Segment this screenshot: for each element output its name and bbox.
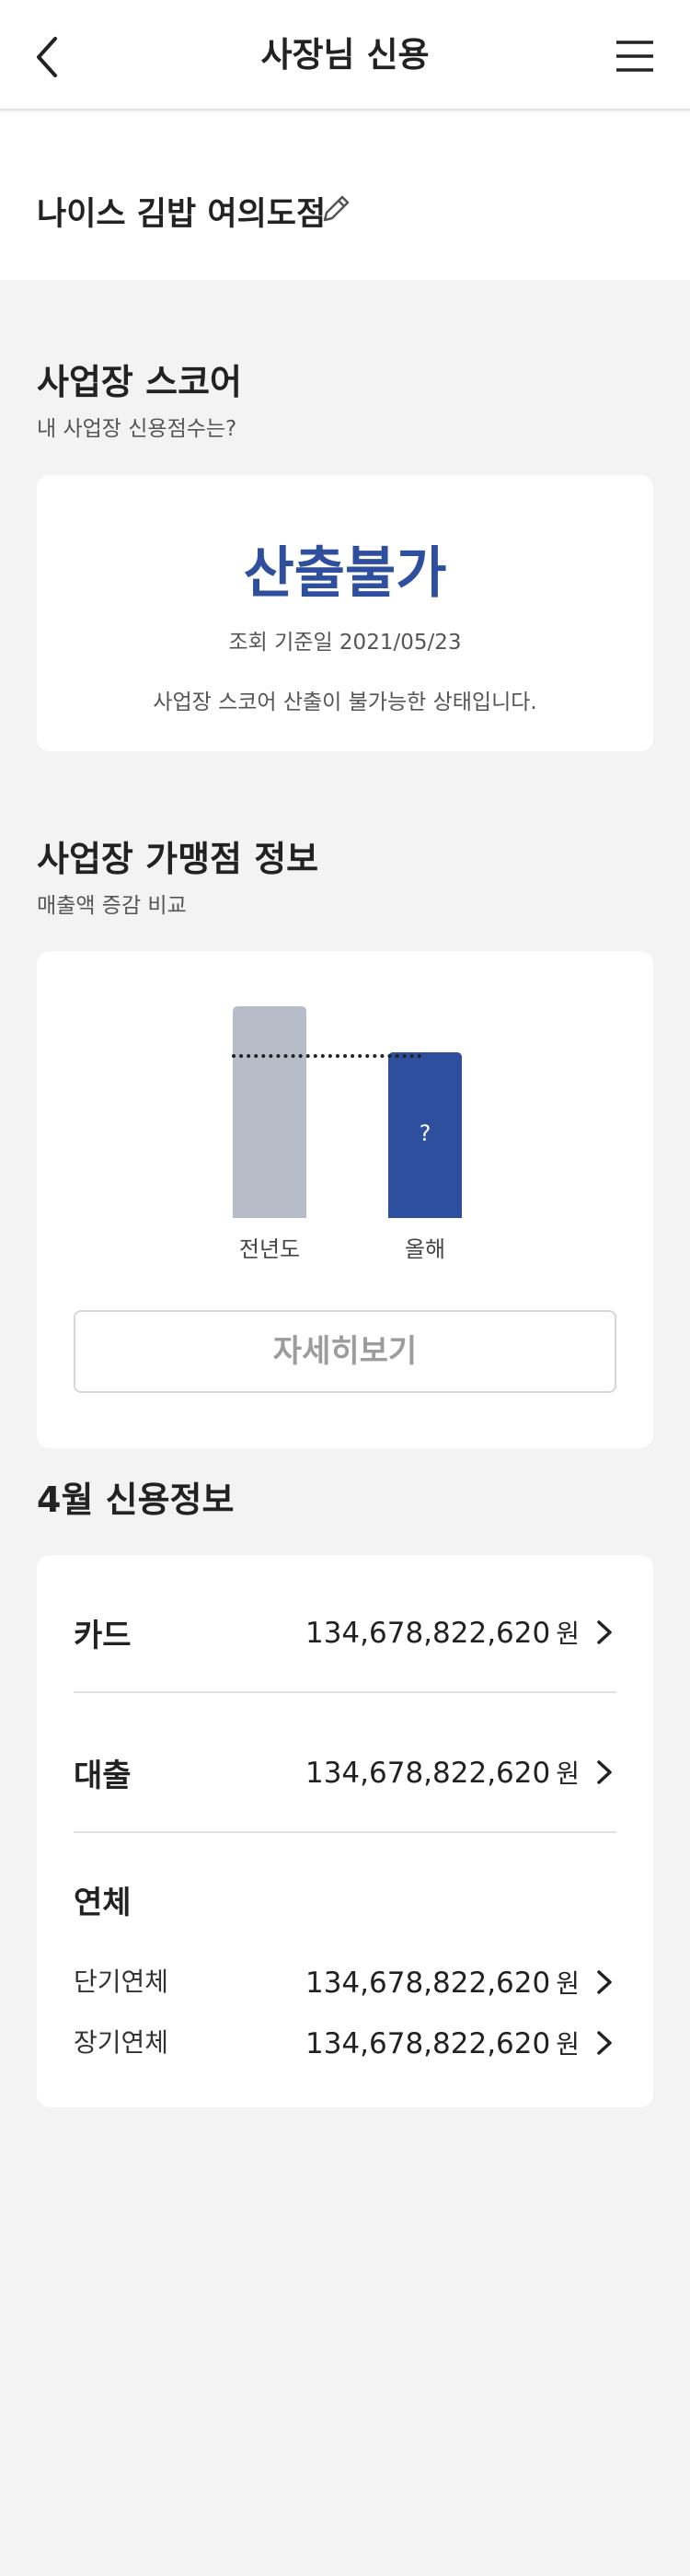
- credit-row-card[interactable]: 카드 134,678,822,620 원: [74, 1592, 616, 1665]
- short-term-overdue-label: 단기연체: [74, 1967, 169, 1997]
- score-value: 산출불가: [243, 541, 447, 606]
- long-term-overdue-amount-value: 134,678,822,620: [305, 2027, 551, 2060]
- credit-row-loan-label: 대출: [74, 1758, 132, 1794]
- chevron-right-icon: [597, 1970, 612, 1994]
- credit-row-loan[interactable]: 대출 134,678,822,620 원: [74, 1732, 616, 1805]
- merchant-info-title: 사업장 가맹점 정보: [37, 839, 319, 879]
- currency-unit: 원: [556, 1619, 580, 1649]
- credit-row-long-term-overdue[interactable]: 장기연체 134,678,822,620 원: [74, 2012, 616, 2067]
- score-message: 사업장 스코어 산출이 불가능한 상태입니다.: [153, 690, 537, 714]
- score-date: 조회 기준일 2021/05/23: [228, 631, 462, 655]
- comparison-dotted-line: [232, 1054, 421, 1058]
- app-header: 사장님 신용: [0, 0, 690, 110]
- currency-unit: 원: [556, 1968, 580, 1999]
- business-score-title: 사업장 스코어: [37, 362, 242, 402]
- chevron-right-icon: [597, 1620, 612, 1644]
- divider: [74, 1691, 616, 1693]
- currency-unit: 원: [556, 2029, 580, 2060]
- store-name: 나이스 김밥 여의도점: [37, 196, 327, 233]
- edit-store-button[interactable]: [317, 189, 356, 227]
- hamburger-menu-icon: [616, 41, 653, 72]
- page-title: 사장님 신용: [260, 35, 430, 75]
- divider: [74, 1831, 616, 1833]
- credit-row-card-amount-value: 134,678,822,620: [305, 1617, 551, 1650]
- business-score-card: 산출불가 조회 기준일 2021/05/23 사업장 스코어 산출이 불가능한 …: [37, 475, 653, 751]
- bar-prev-year: [233, 1006, 306, 1218]
- credit-row-loan-amount: 134,678,822,620 원: [305, 1754, 580, 1791]
- menu-button[interactable]: [607, 28, 662, 83]
- merchant-info-subtitle: 매출액 증감 비교: [37, 894, 187, 918]
- bar-prev-year-label: 전년도: [238, 1236, 301, 1262]
- short-term-overdue-amount: 134,678,822,620 원: [305, 1964, 580, 2001]
- store-section: 나이스 김밥 여의도점: [0, 112, 690, 280]
- merchant-info-card: ? 전년도 올해 자세히보기: [37, 951, 653, 1448]
- bar-this-year-label: 올해: [404, 1236, 446, 1262]
- bar-this-year-value: ?: [419, 1120, 431, 1146]
- chevron-left-icon: [37, 37, 57, 77]
- credit-row-short-term-overdue[interactable]: 단기연체 134,678,822,620 원: [74, 1951, 616, 2006]
- back-button[interactable]: [28, 28, 83, 83]
- chevron-right-icon: [597, 2031, 612, 2055]
- credit-info-card: 카드 134,678,822,620 원 대출 134,678,822,620 원 …: [37, 1555, 653, 2107]
- pencil-icon: [323, 195, 350, 222]
- credit-info-title: 4월 신용정보: [37, 1479, 235, 1520]
- credit-row-card-amount: 134,678,822,620 원: [305, 1614, 580, 1651]
- business-score-subtitle: 내 사업장 신용점수는?: [37, 417, 237, 441]
- short-term-overdue-amount-value: 134,678,822,620: [305, 1967, 551, 2000]
- currency-unit: 원: [556, 1758, 580, 1789]
- credit-row-card-label: 카드: [74, 1618, 132, 1654]
- bar-this-year: ?: [388, 1052, 462, 1218]
- credit-row-loan-amount-value: 134,678,822,620: [305, 1757, 551, 1790]
- overdue-title: 연체: [74, 1885, 132, 1921]
- chevron-right-icon: [597, 1760, 612, 1784]
- view-details-button[interactable]: 자세히보기: [74, 1310, 616, 1393]
- long-term-overdue-label: 장기연체: [74, 2027, 169, 2058]
- long-term-overdue-amount: 134,678,822,620 원: [305, 2025, 580, 2061]
